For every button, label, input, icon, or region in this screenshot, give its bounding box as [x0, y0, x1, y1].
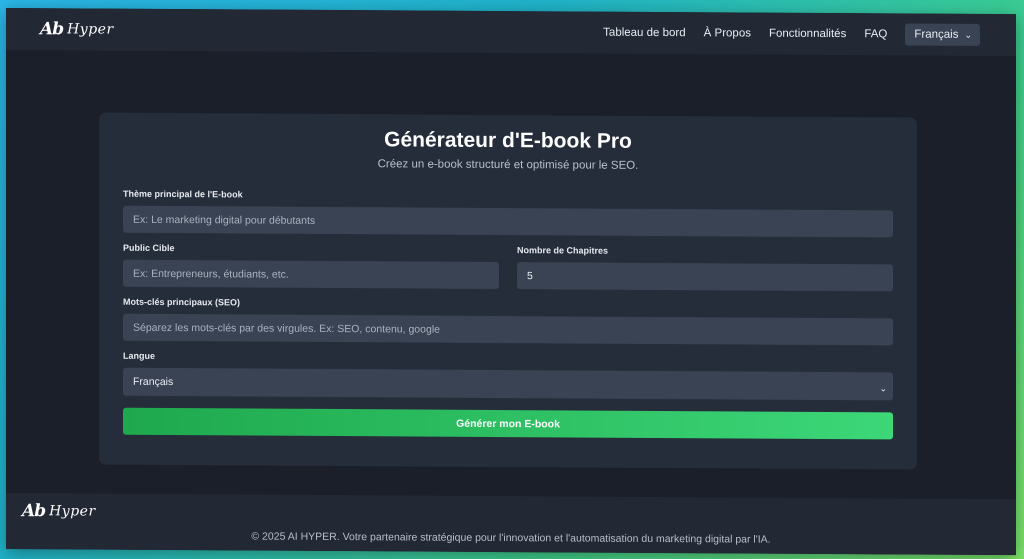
chevron-down-icon: ⌄	[879, 383, 887, 394]
ebook-form-card: Générateur d'E-book Pro Créez un e-book …	[99, 112, 917, 470]
nav-about[interactable]: À Propos	[704, 27, 751, 39]
page-title: Générateur d'E-book Pro	[384, 128, 632, 153]
brand-logo[interactable]: Ab Hyper	[40, 19, 114, 39]
footer-copyright: © 2025 AI HYPER. Votre partenaire straté…	[251, 530, 771, 546]
footer-logo-mark: Ab	[22, 501, 46, 522]
language-selector[interactable]: Français ⌄	[905, 23, 980, 46]
language-select-value: Français	[133, 375, 174, 389]
footer-logo[interactable]: Ab Hyper	[22, 501, 1000, 527]
app-window: Ab Hyper Tableau de bord À Propos Foncti…	[6, 8, 1016, 556]
theme-field: Thème principal de l'E-book	[123, 189, 893, 238]
audience-input[interactable]	[123, 259, 499, 290]
main-nav: Tableau de bord À Propos Fonctionnalités…	[603, 22, 980, 46]
keywords-input[interactable]	[123, 313, 893, 346]
chapters-label: Nombre de Chapitres	[517, 245, 609, 256]
chapters-field: Nombre de Chapitres	[517, 245, 893, 292]
generate-ebook-button[interactable]: Générer mon E-book	[123, 407, 893, 440]
theme-label: Thème principal de l'E-book	[123, 188, 243, 200]
logo-mark: Ab	[40, 19, 64, 40]
chevron-down-icon: ⌄	[964, 29, 972, 40]
footer: Ab Hyper © 2025 AI HYPER. Votre partenai…	[6, 493, 1016, 556]
page-subtitle: Créez un e-book structuré et optimisé po…	[377, 158, 639, 172]
audience-chapters-row: Public Cible Nombre de Chapitres	[123, 243, 893, 292]
nav-features[interactable]: Fonctionnalités	[769, 28, 846, 40]
language-selector-label: Français	[914, 28, 959, 41]
keywords-field: Mots-clés principaux (SEO)	[123, 297, 893, 346]
footer-logo-text: Hyper	[49, 503, 96, 520]
nav-faq[interactable]: FAQ	[864, 28, 887, 40]
keywords-label: Mots-clés principaux (SEO)	[123, 296, 241, 308]
nav-dashboard[interactable]: Tableau de bord	[603, 27, 685, 40]
language-field: Langue Français ⌄	[123, 351, 893, 401]
language-label: Langue	[123, 350, 156, 361]
top-navbar: Ab Hyper Tableau de bord À Propos Foncti…	[6, 8, 1016, 57]
audience-field: Public Cible	[123, 242, 499, 290]
chapters-input[interactable]	[517, 262, 893, 292]
logo-text: Hyper	[67, 21, 114, 38]
audience-label: Public Cible	[123, 242, 175, 254]
theme-input[interactable]	[123, 205, 893, 238]
language-select[interactable]: Français ⌄	[123, 367, 893, 401]
